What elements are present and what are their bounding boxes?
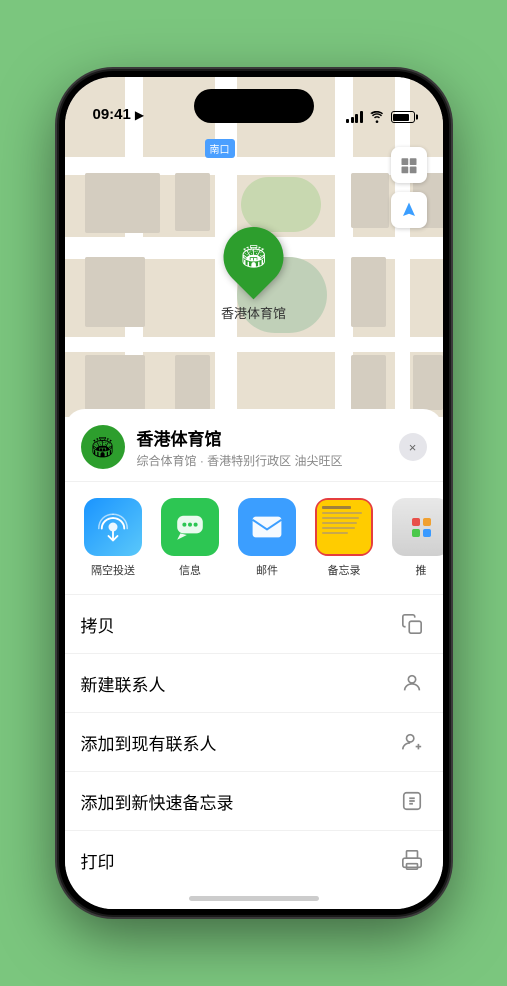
airdrop-icon-box: [84, 498, 142, 556]
sheet-header: 🏟 香港体育馆 综合体育馆 · 香港特别行政区 油尖旺区 ×: [65, 409, 443, 482]
share-messages[interactable]: 信息: [158, 498, 223, 578]
notes-label: 备忘录: [328, 562, 361, 578]
status-time: 09:41: [93, 106, 131, 123]
print-icon: [397, 845, 427, 875]
share-notes[interactable]: 备忘录: [312, 498, 377, 578]
share-more[interactable]: 推: [389, 498, 443, 578]
pin-label: 香港体育馆: [221, 303, 286, 322]
action-new-contact[interactable]: 新建联系人: [65, 654, 443, 713]
dynamic-island: [194, 89, 314, 123]
location-button[interactable]: [391, 192, 427, 228]
venue-subtitle: 综合体育馆 · 香港特别行政区 油尖旺区: [137, 452, 399, 469]
more-icon-box: [392, 498, 443, 556]
messages-icon-box: [161, 498, 219, 556]
share-airdrop[interactable]: 隔空投送: [81, 498, 146, 578]
action-print[interactable]: 打印: [65, 831, 443, 889]
bottom-sheet: 🏟 香港体育馆 综合体育馆 · 香港特别行政区 油尖旺区 ×: [65, 409, 443, 909]
home-indicator: [189, 896, 319, 901]
wifi-icon: [369, 111, 385, 123]
copy-icon: [397, 609, 427, 639]
action-quick-note[interactable]: 添加到新快速备忘录: [65, 772, 443, 831]
venue-icon: 🏟: [81, 425, 125, 469]
map-controls[interactable]: [391, 147, 427, 228]
mail-label: 邮件: [256, 562, 278, 578]
map-north-entrance-label: 南口: [205, 139, 235, 158]
airdrop-label: 隔空投送: [91, 562, 135, 578]
map-type-button[interactable]: [391, 147, 427, 183]
notes-icon-box: [315, 498, 373, 556]
quick-note-icon: [397, 786, 427, 816]
share-row: 隔空投送 信息: [65, 482, 443, 595]
phone-screen: 09:41 ▶: [65, 77, 443, 909]
action-add-contact[interactable]: 添加到现有联系人: [65, 713, 443, 772]
signal-icon: [346, 111, 363, 123]
add-contact-icon: [397, 727, 427, 757]
new-contact-icon: [397, 668, 427, 698]
map-pin: 🏟 香港体育馆: [221, 227, 286, 322]
mail-icon-box: [238, 498, 296, 556]
messages-label: 信息: [179, 562, 201, 578]
venue-info: 香港体育馆 综合体育馆 · 香港特别行政区 油尖旺区: [137, 425, 399, 469]
phone-frame: 09:41 ▶: [59, 71, 449, 915]
close-button[interactable]: ×: [399, 433, 427, 461]
more-label: 推: [416, 562, 427, 578]
action-copy[interactable]: 拷贝: [65, 595, 443, 654]
venue-name: 香港体育馆: [137, 425, 399, 450]
status-icons: [346, 111, 415, 123]
location-arrow-icon: ▶: [135, 108, 144, 122]
battery-icon: [391, 111, 415, 123]
share-mail[interactable]: 邮件: [235, 498, 300, 578]
